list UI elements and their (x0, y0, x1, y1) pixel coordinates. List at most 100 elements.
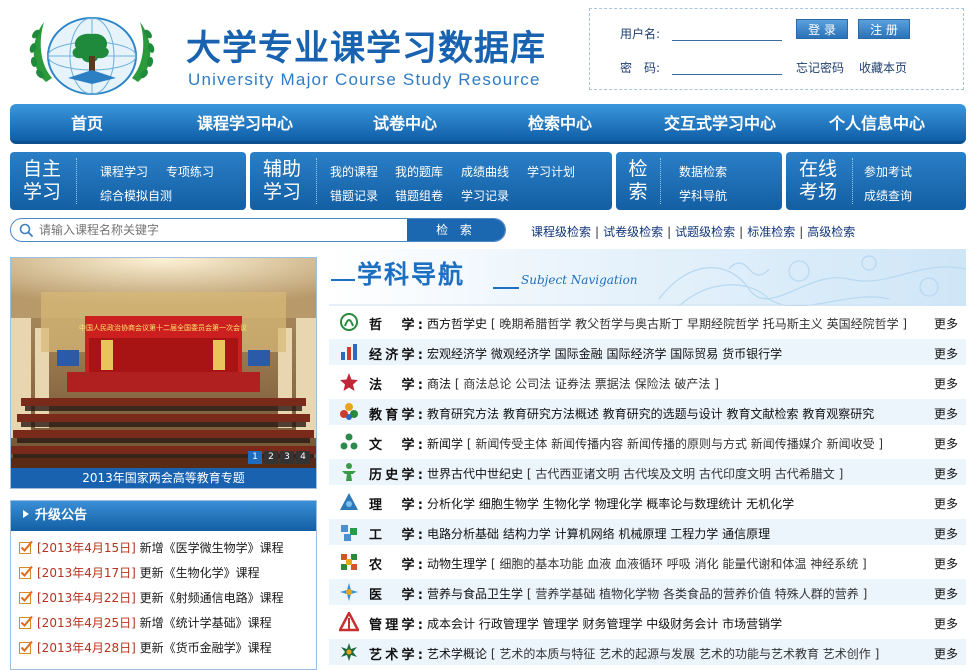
nav-interactive-center[interactable]: 交互式学习中心 (650, 104, 790, 144)
subject-main-courses[interactable]: 分析化学 细胞生物学 生物化学 物理化学 概率论与数理统计 无机化学 (427, 497, 794, 511)
nav-personal-center[interactable]: 个人信息中心 (816, 104, 938, 144)
bookmark-link[interactable]: 收藏本页 (859, 59, 907, 76)
subject-row-engineering: 工 学: 电路分析基础 结构力学 计算机网络 机械原理 工程力学 通信原理 更多 (329, 519, 966, 545)
subject-main-courses[interactable]: 世界古代中世纪史 (427, 467, 523, 481)
question-level-search-link[interactable]: 试题级检索 (675, 225, 735, 239)
subnav-link-score-curve[interactable]: 成绩曲线 (461, 163, 509, 180)
subnav-link-wrong-records[interactable]: 错题记录 (330, 187, 378, 204)
notice-text: 更新《货币金融学》课程 (139, 641, 272, 655)
subject-main-courses[interactable]: 营养与食品卫生学 (427, 587, 523, 601)
subnav-assisted-study-label: 辅助学习 (262, 158, 301, 203)
more-link[interactable]: 更多 (934, 465, 958, 482)
subnav-link-take-exam[interactable]: 参加考试 (864, 163, 912, 180)
more-link[interactable]: 更多 (934, 495, 958, 512)
notice-item[interactable]: [2013年4月22日] 更新《射频通信电路》课程 (19, 589, 284, 609)
more-link[interactable]: 更多 (934, 585, 958, 602)
checkmark-icon (19, 565, 33, 579)
forgot-password-link[interactable]: 忘记密码 (796, 59, 844, 76)
subject-sub-topics[interactable]: [ 晚期希腊哲学 教父哲学与奥古斯丁 早期经院哲学 托马斯主义 英国经院哲学 ] (491, 317, 907, 331)
subject-name: 农 学: (369, 558, 423, 573)
art-icon (341, 643, 357, 661)
subject-sub-topics[interactable]: [ 细胞的基本功能 血液 血液循环 呼吸 消化 能量代谢和体温 神经系统 ] (491, 557, 867, 571)
education-icon (340, 403, 358, 420)
subject-sub-topics[interactable]: [ 艺术的本质与特征 艺术的起源与发展 艺术的功能与艺术教育 艺术创作 ] (491, 647, 879, 661)
subject-courses: 成本会计 行政管理学 管理学 财务管理学 中级财务会计 市场营销学 (427, 615, 782, 632)
login-button[interactable]: 登 录 (796, 19, 848, 39)
subnav-link-special-practice[interactable]: 专项练习 (166, 163, 214, 180)
subnav-self-study: 自主学习 课程学习 专项练习 综合模拟自测 (10, 152, 246, 210)
banner-caption[interactable]: 2013年国家两会高等教育专题 (11, 468, 316, 488)
subject-sub-topics[interactable]: [ 商法总论 公司法 证券法 票据法 保险法 破产法 ] (455, 377, 719, 391)
nav-home[interactable]: 首页 (50, 104, 124, 144)
more-link[interactable]: 更多 (934, 345, 958, 362)
notice-date: [2013年4月25日] (37, 616, 136, 630)
notice-text: 更新《生物化学》课程 (139, 566, 260, 580)
subject-main-courses[interactable]: 西方哲学史 (427, 317, 487, 331)
more-link[interactable]: 更多 (934, 315, 958, 332)
subnav-self-study-label: 自主学习 (22, 158, 61, 203)
banner-page-4[interactable]: 4 (296, 451, 310, 464)
subject-courses: 分析化学 细胞生物学 生物化学 物理化学 概率论与数理统计 无机化学 (427, 495, 794, 512)
banner-page-1[interactable]: 1 (248, 451, 262, 464)
subject-main-courses[interactable]: 动物生理学 (427, 557, 487, 571)
notice-item[interactable]: [2013年4月28日] 更新《货币金融学》课程 (19, 639, 272, 659)
more-link[interactable]: 更多 (934, 555, 958, 572)
subnav-link-wrong-paper[interactable]: 错题组卷 (395, 187, 443, 204)
standard-search-link[interactable]: 标准检索 (747, 225, 795, 239)
subject-name: 工 学: (369, 528, 423, 543)
notice-item[interactable]: [2013年4月17日] 更新《生物化学》课程 (19, 564, 260, 584)
subject-main-courses[interactable]: 教育研究方法 教育研究方法概述 教育研究的选题与设计 教育文献检索 教育观察研究 (427, 407, 874, 421)
subnav-link-my-courses[interactable]: 我的课程 (330, 163, 378, 180)
subject-main-courses[interactable]: 成本会计 行政管理学 管理学 财务管理学 中级财务会计 市场营销学 (427, 617, 782, 631)
nav-exam-center[interactable]: 试卷中心 (360, 104, 450, 144)
more-link[interactable]: 更多 (934, 405, 958, 422)
subject-sub-topics[interactable]: [ 营养学基础 植物化学物 各类食品的营养价值 特殊人群的营养 ] (527, 587, 867, 601)
subnav-link-score-query[interactable]: 成绩查询 (864, 187, 912, 204)
nav-search-center[interactable]: 检索中心 (515, 104, 605, 144)
more-link[interactable]: 更多 (934, 645, 958, 662)
subject-sub-topics[interactable]: [ 新闻传受主体 新闻传播内容 新闻传播的原则与方式 新闻传播媒介 新闻收受 ] (467, 437, 883, 451)
subnav-link-mock-test[interactable]: 综合模拟自测 (100, 187, 172, 204)
subnav-link-my-question-bank[interactable]: 我的题库 (395, 163, 443, 180)
notice-item[interactable]: [2013年4月25日] 新增《统计学基础》课程 (19, 614, 272, 634)
course-level-search-link[interactable]: 课程级检索 (531, 225, 591, 239)
subject-main-courses[interactable]: 电路分析基础 结构力学 计算机网络 机械原理 工程力学 通信原理 (427, 527, 770, 541)
notice-text: 更新《射频通信电路》课程 (139, 591, 284, 605)
login-panel: 用户名: 登 录 注 册 密 码: 忘记密码 收藏本页 (589, 8, 964, 90)
banner-page-2[interactable]: 2 (264, 451, 278, 464)
search-button[interactable]: 检 索 (407, 219, 505, 241)
subnav-link-study-records[interactable]: 学习记录 (461, 187, 509, 204)
subnav-link-data-search[interactable]: 数据检索 (679, 163, 727, 180)
subject-row-agriculture: 农 学: 动物生理学 [ 细胞的基本功能 血液 血液循环 呼吸 消化 能量代谢和… (329, 549, 966, 575)
subject-name: 哲 学: (369, 318, 423, 333)
checkmark-icon (19, 615, 33, 629)
search-input[interactable] (39, 221, 405, 239)
subject-sub-topics[interactable]: [ 古代西亚诸文明 古代埃及文明 古代印度文明 古代希腊文 ] (527, 467, 843, 481)
more-link[interactable]: 更多 (934, 435, 958, 452)
subject-courses: 西方哲学史 [ 晚期希腊哲学 教父哲学与奥古斯丁 早期经院哲学 托马斯主义 英国… (427, 315, 907, 332)
subject-main-courses[interactable]: 宏观经济学 微观经济学 国际金融 国际经济学 国际贸易 货币银行学 (427, 347, 782, 361)
more-link[interactable]: 更多 (934, 525, 958, 542)
subject-nav-header: 学科导航 Subject Navigation (329, 249, 966, 306)
more-link[interactable]: 更多 (934, 615, 958, 632)
subnav-link-course-study[interactable]: 课程学习 (100, 163, 148, 180)
subnav-link-study-plan[interactable]: 学习计划 (527, 163, 575, 180)
subnav-online-exam-label: 在线考场 (798, 158, 837, 203)
subnav-link-subject-nav[interactable]: 学科导航 (679, 187, 727, 204)
nav-course-center[interactable]: 课程学习中心 (184, 104, 306, 144)
banner-page-3[interactable]: 3 (280, 451, 294, 464)
subject-main-courses[interactable]: 商法 (427, 377, 451, 391)
banner-slideshow[interactable]: 中国人民政治协商会议第十二届全国委员会第一次会议 1 2 3 4 2013年国家… (10, 257, 317, 489)
password-field[interactable] (672, 57, 782, 75)
more-link[interactable]: 更多 (934, 375, 958, 392)
subject-main-courses[interactable]: 艺术学概论 (427, 647, 487, 661)
management-icon (339, 612, 359, 632)
notice-header: 升级公告 (11, 501, 316, 531)
register-button[interactable]: 注 册 (858, 19, 910, 39)
advanced-search-link[interactable]: 高级检索 (807, 225, 855, 239)
paper-level-search-link[interactable]: 试卷级检索 (603, 225, 663, 239)
subject-row-medicine: 医 学: 营养与食品卫生学 [ 营养学基础 植物化学物 各类食品的营养价值 特殊… (329, 579, 966, 605)
notice-item[interactable]: [2013年4月15日] 新增《医学微生物学》课程 (19, 539, 284, 559)
subject-main-courses[interactable]: 新闻学 (427, 437, 463, 451)
username-field[interactable] (672, 23, 782, 41)
